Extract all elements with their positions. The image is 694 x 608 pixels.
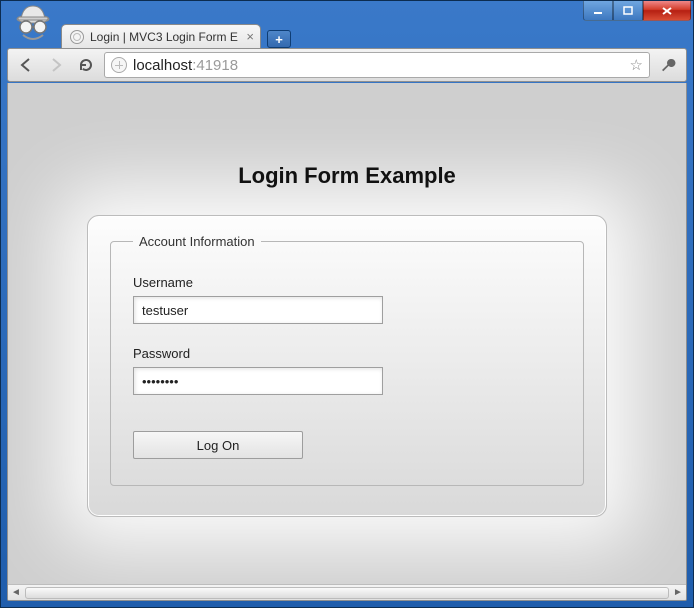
reload-icon: [78, 57, 94, 73]
tab-close-icon[interactable]: ×: [246, 30, 254, 43]
nav-back-button[interactable]: [14, 53, 38, 77]
scroll-left-arrow-icon[interactable]: ◄: [8, 586, 24, 600]
scroll-track[interactable]: [24, 586, 670, 600]
login-card: Account Information Username Password Lo…: [87, 215, 607, 517]
nav-reload-button[interactable]: [74, 53, 98, 77]
tab-title: Login | MVC3 Login Form E: [90, 30, 240, 44]
spacer: [133, 324, 561, 338]
button-row: Log On: [133, 395, 561, 459]
scroll-thumb[interactable]: [25, 587, 669, 599]
url-port: :41918: [192, 57, 238, 74]
browser-tab[interactable]: Login | MVC3 Login Form E ×: [61, 24, 261, 48]
username-input[interactable]: [133, 296, 383, 324]
window-titlebar: [1, 1, 693, 23]
settings-wrench-button[interactable]: [656, 53, 680, 77]
password-input[interactable]: [133, 367, 383, 395]
page-content: Login Form Example Account Information U…: [8, 83, 686, 557]
password-label: Password: [133, 346, 561, 361]
omnibox[interactable]: localhost:41918 ☆: [104, 52, 650, 78]
fieldset-legend: Account Information: [133, 234, 261, 249]
tab-strip: Login | MVC3 Login Form E × +: [61, 23, 685, 48]
arrow-right-icon: [48, 57, 64, 73]
plus-icon: +: [275, 32, 283, 47]
nav-forward-button[interactable]: [44, 53, 68, 77]
os-window: Login | MVC3 Login Form E × + localhost:…: [0, 0, 694, 608]
window-close-button[interactable]: [643, 1, 691, 21]
globe-icon: [70, 30, 84, 44]
incognito-icon: [9, 3, 57, 43]
url-host: localhost: [133, 57, 192, 74]
scroll-right-arrow-icon[interactable]: ►: [670, 586, 686, 600]
horizontal-scrollbar[interactable]: ◄ ►: [8, 584, 686, 600]
account-fieldset: Account Information Username Password Lo…: [110, 234, 584, 486]
wrench-icon: [660, 57, 676, 73]
new-tab-button[interactable]: +: [267, 30, 291, 48]
window-minimize-button[interactable]: [583, 1, 613, 21]
username-label: Username: [133, 275, 561, 290]
window-maximize-button[interactable]: [613, 1, 643, 21]
omnibox-url: localhost:41918: [133, 57, 624, 74]
browser-viewport: Login Form Example Account Information U…: [7, 83, 687, 601]
browser-toolbar: localhost:41918 ☆: [7, 48, 687, 82]
window-controls: [583, 1, 691, 21]
logon-button[interactable]: Log On: [133, 431, 303, 459]
globe-icon: [111, 57, 127, 73]
arrow-left-icon: [18, 57, 34, 73]
page-title: Login Form Example: [8, 163, 686, 189]
bookmark-star-icon[interactable]: ☆: [630, 56, 643, 74]
page-body: Login Form Example Account Information U…: [8, 83, 686, 584]
